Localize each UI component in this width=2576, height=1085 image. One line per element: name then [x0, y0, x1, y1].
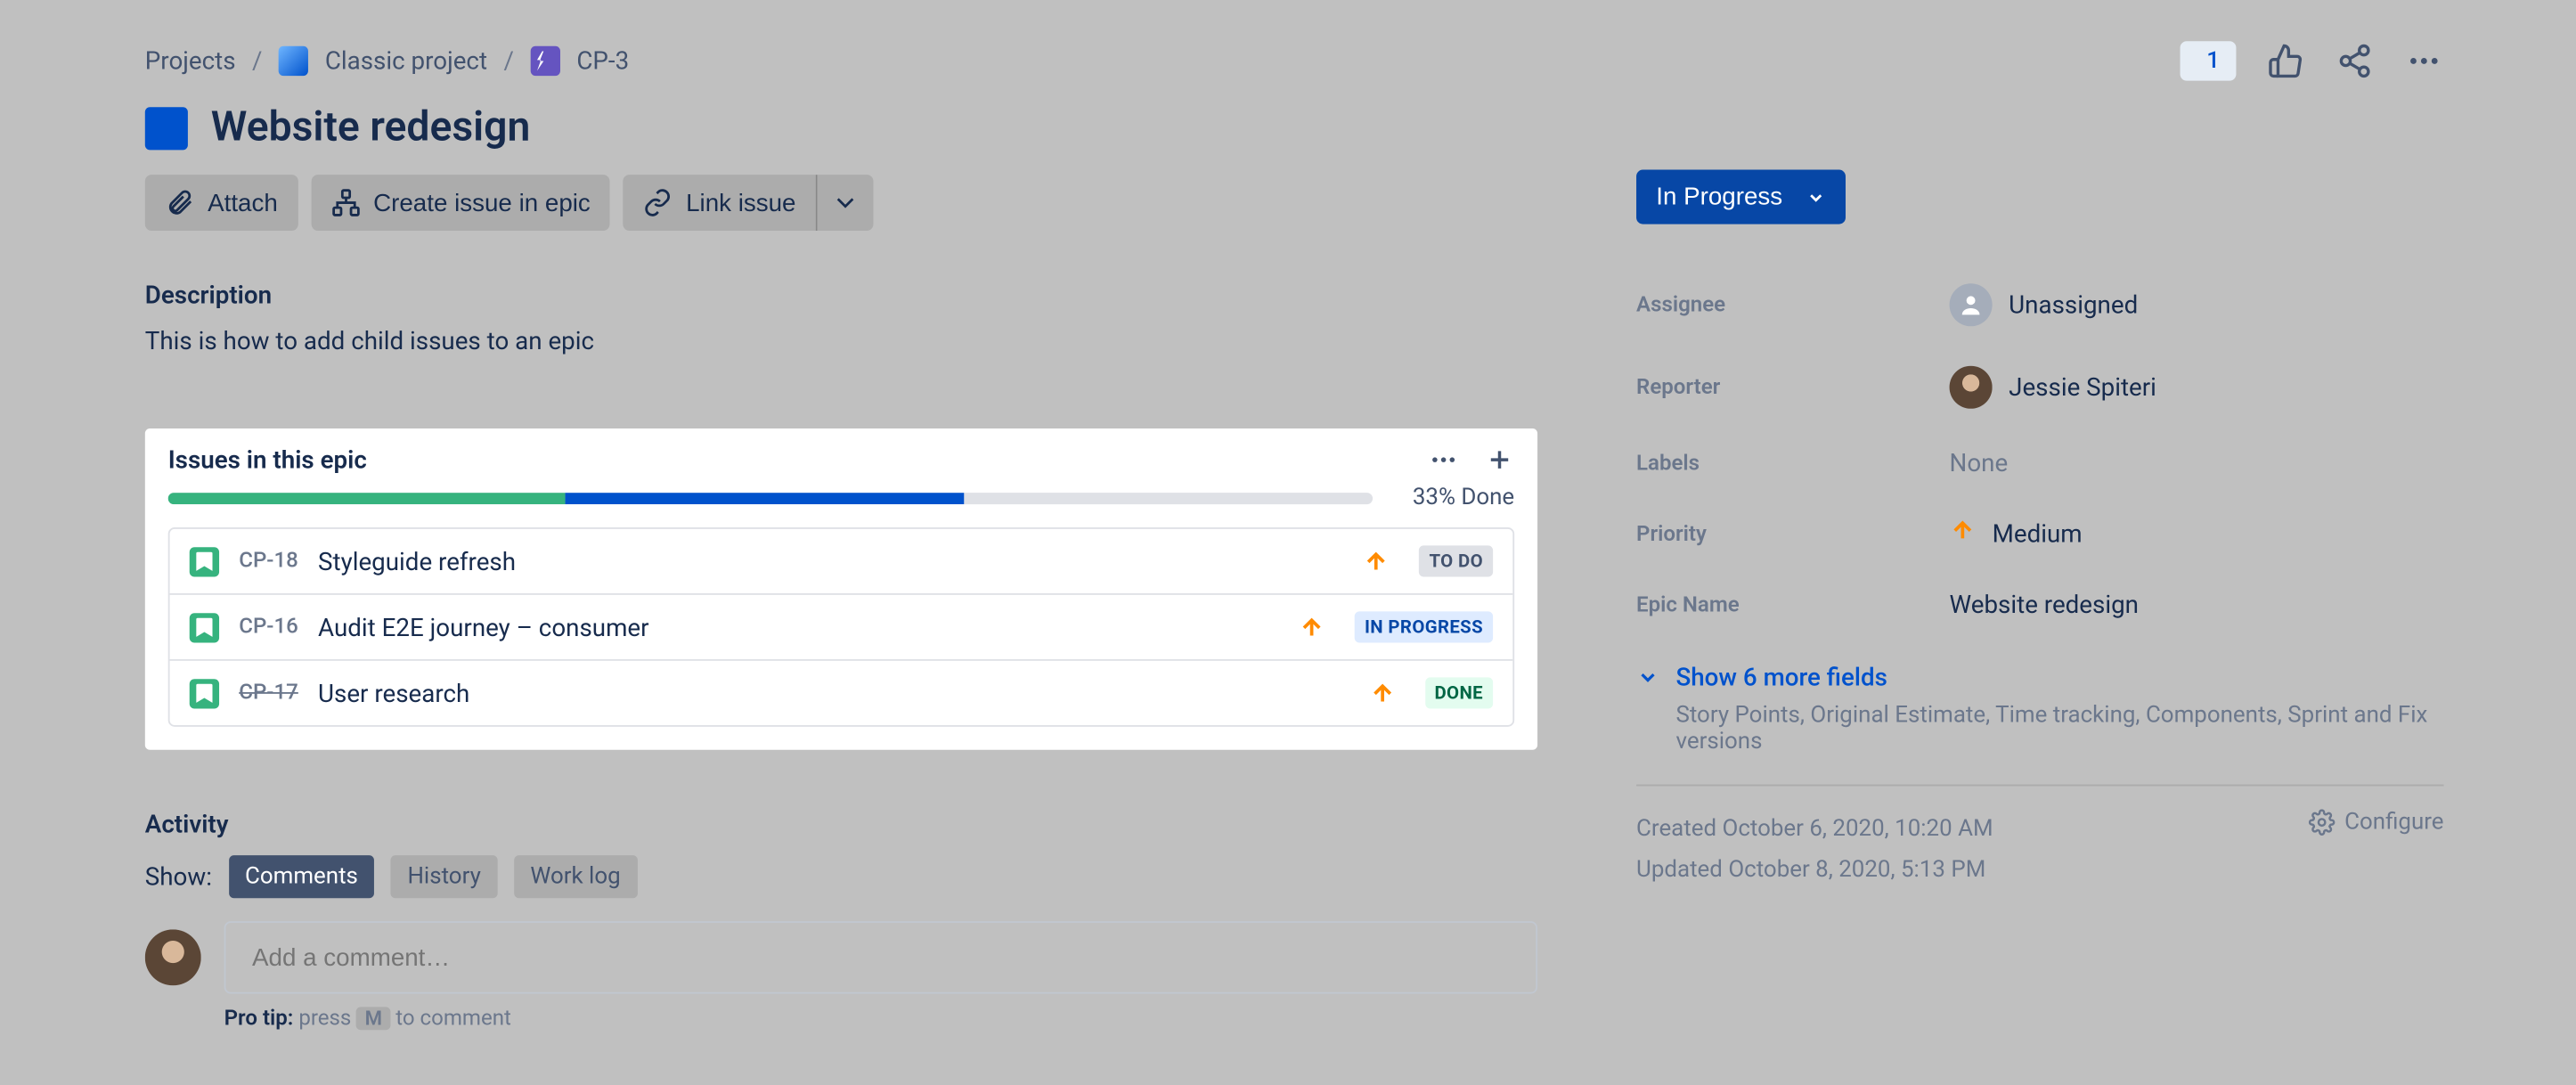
created-date: Created October 6, 2020, 10:20 AM [1636, 809, 1993, 851]
protip-press: press [293, 1007, 356, 1032]
more-actions-button[interactable] [2404, 41, 2443, 80]
status-badge[interactable]: DONE [1424, 677, 1493, 708]
create-issue-in-epic-button[interactable]: Create issue in epic [311, 175, 610, 231]
activity-show-label: Show: [145, 862, 212, 892]
add-issue-icon[interactable] [1485, 445, 1514, 475]
protip-tail: to comment [390, 1007, 511, 1032]
attach-button[interactable]: Attach [145, 175, 298, 231]
labels-value[interactable]: None [1950, 448, 2009, 477]
comment-input[interactable] [224, 921, 1537, 993]
story-type-icon [190, 678, 219, 707]
tab-worklog[interactable]: Work log [514, 855, 637, 898]
assignee-label: Assignee [1636, 292, 1950, 317]
link-issue-button[interactable]: Link issue [624, 175, 818, 231]
reporter-avatar [1950, 366, 1993, 409]
chevron-down-icon [1806, 187, 1825, 207]
labels-label: Labels [1636, 451, 1950, 476]
issues-in-epic-panel: Issues in this epic 33% Done CP-18 Styleg… [145, 428, 1537, 750]
story-type-icon [190, 612, 219, 641]
progress-inprogress-segment [566, 492, 963, 503]
attach-label: Attach [208, 189, 278, 216]
issue-key[interactable]: CP-16 [239, 615, 298, 640]
chevron-down-icon [830, 188, 860, 217]
show-more-label: Show 6 more fields [1675, 663, 1887, 692]
priority-medium-icon [1368, 680, 1395, 706]
thumbs-up-icon [2268, 43, 2304, 79]
status-badge[interactable]: IN PROGRESS [1355, 611, 1493, 642]
reporter-value[interactable]: Jessie Spiteri [1950, 366, 2156, 409]
configure-label: Configure [2344, 809, 2443, 836]
activity-heading: Activity [145, 809, 1537, 838]
show-more-fields[interactable]: Show 6 more fields [1636, 663, 2444, 692]
priority-label: Priority [1636, 522, 1950, 547]
assignee-value[interactable]: Unassigned [1950, 283, 2139, 326]
show-more-subtext: Story Points, Original Estimate, Time tr… [1675, 702, 2443, 755]
epicname-value[interactable]: Website redesign [1950, 590, 2139, 619]
current-user-avatar [145, 929, 201, 985]
story-type-icon [190, 546, 219, 575]
reporter-label: Reporter [1636, 375, 1950, 400]
page-title[interactable]: Website redesign [211, 104, 530, 152]
share-button[interactable] [2335, 41, 2374, 80]
progress-done-segment [168, 492, 566, 503]
create-in-epic-label: Create issue in epic [373, 189, 591, 216]
description-body[interactable]: This is how to add child issues to an ep… [145, 326, 1537, 355]
tab-comments[interactable]: Comments [228, 855, 374, 898]
priority-value[interactable]: Medium [1950, 518, 2083, 551]
status-badge[interactable]: TO DO [1419, 545, 1493, 576]
issue-summary[interactable]: User research [318, 678, 1349, 707]
kebab-icon [2406, 43, 2442, 79]
issue-key[interactable]: CP-17 [239, 681, 298, 706]
link-icon [643, 188, 673, 217]
epic-color-swatch [145, 106, 188, 149]
progress-label: 33% Done [1413, 485, 1514, 511]
status-dropdown[interactable]: In Progress [1636, 170, 1845, 224]
watch-count: 1 [2206, 48, 2220, 75]
updated-date: Updated October 8, 2020, 5:13 PM [1636, 851, 1993, 893]
status-dropdown-label: In Progress [1656, 183, 1782, 210]
priority-medium-icon [1363, 548, 1390, 575]
reporter-text: Jessie Spiteri [2009, 372, 2156, 402]
chevron-down-icon [1636, 665, 1659, 689]
breadcrumb-sep: / [252, 46, 262, 76]
description-heading: Description [145, 281, 1537, 310]
comment-protip: Pro tip: press M to comment [224, 1007, 1537, 1032]
watch-button[interactable]: 1 [2181, 41, 2237, 80]
epic-progress-bar [168, 492, 1374, 503]
configure-button[interactable]: Configure [2308, 809, 2443, 836]
share-icon [2336, 43, 2373, 79]
issue-row[interactable]: CP-18 Styleguide refresh TO DO [170, 529, 1513, 595]
link-issue-dropdown[interactable] [818, 175, 874, 231]
gear-icon [2308, 809, 2335, 836]
issue-summary[interactable]: Styleguide refresh [318, 546, 1343, 575]
epic-panel-more-icon[interactable] [1429, 445, 1458, 475]
breadcrumb: Projects / Classic project / CP-3 [145, 46, 629, 76]
link-issue-label: Link issue [686, 189, 795, 216]
issue-summary[interactable]: Audit E2E journey – consumer [318, 612, 1279, 641]
protip-key: M [356, 1007, 390, 1030]
protip-lead: Pro tip: [224, 1007, 294, 1032]
epic-panel-heading: Issues in this epic [168, 445, 367, 475]
project-icon [279, 46, 308, 76]
attachment-icon [165, 188, 194, 217]
unassigned-avatar-icon [1950, 283, 1993, 326]
epic-type-icon [531, 46, 560, 76]
priority-medium-icon [1950, 518, 1977, 551]
epicname-label: Epic Name [1636, 592, 1950, 617]
breadcrumb-sep: / [504, 46, 514, 76]
assignee-text: Unassigned [2009, 290, 2138, 320]
priority-medium-icon [1299, 614, 1325, 640]
breadcrumb-project[interactable]: Classic project [325, 46, 487, 76]
breadcrumb-issue-key[interactable]: CP-3 [576, 46, 629, 76]
issue-row[interactable]: CP-17 User research DONE [170, 661, 1513, 725]
hierarchy-icon [330, 188, 360, 217]
priority-text: Medium [1993, 519, 2083, 549]
issue-key[interactable]: CP-18 [239, 549, 298, 574]
issue-row[interactable]: CP-16 Audit E2E journey – consumer IN PROG… [170, 595, 1513, 661]
vote-button[interactable] [2266, 41, 2305, 80]
breadcrumb-projects[interactable]: Projects [145, 46, 236, 76]
tab-history[interactable]: History [391, 855, 497, 898]
